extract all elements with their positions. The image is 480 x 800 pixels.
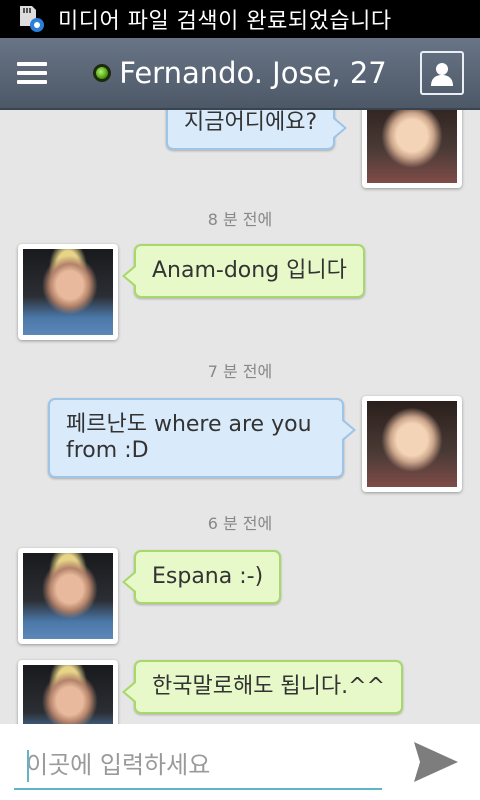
status-notification-text: 미디어 파일 검색이 완료되었습니다 [58,9,392,34]
composer-bar [0,724,480,800]
contact-avatar[interactable] [18,660,118,724]
online-status-icon [93,64,112,82]
status-bar: 미디어 파일 검색이 완료되었습니다 [0,0,480,38]
message-bubble-incoming[interactable]: Anam-dong 입니다 [122,244,365,298]
contact-avatar[interactable] [18,244,118,340]
timestamp: 8 분 전에 [207,210,273,229]
message-bubble-outgoing[interactable]: 지금어디에요? [166,110,348,150]
message-bubble-incoming[interactable]: 한국말로해도 됩니다.^^ [121,660,404,714]
profile-button[interactable] [420,51,464,95]
contact-avatar[interactable] [18,548,118,644]
contact-title: Fernando. Jose, 27 [119,56,387,90]
message-text: Anam-dong 입니다 [152,258,347,283]
message-text: 페르난도 where are you from :D [66,412,312,463]
hamburger-menu-icon [17,62,47,84]
contact-profile-icon [431,63,453,86]
message-bubble-incoming[interactable]: Espana :-) [121,550,282,604]
conversation-header: Fernando. Jose, 27 [64,56,420,90]
action-bar: Fernando. Jose, 27 [0,38,480,110]
message-bubble-outgoing[interactable]: 페르난도 where are you from :D [48,398,356,478]
send-button[interactable] [410,738,462,786]
timestamp: 6 분 전에 [207,514,273,533]
message-text: Espana :-) [152,564,264,589]
message-input[interactable] [14,742,382,790]
message-text: 지금어디에요? [184,110,318,135]
menu-button[interactable] [0,37,64,109]
sd-card-settings-icon [16,4,46,34]
text-cursor [27,750,29,782]
timestamp: 7 분 전에 [207,362,273,381]
chat-history[interactable]: 지금어디에요? 8 분 전에 Anam-dong 입니다 7 분 전에 페르난도… [0,110,480,724]
my-avatar[interactable] [362,110,462,188]
send-icon [414,742,458,782]
my-avatar[interactable] [362,396,462,492]
message-text: 한국말로해도 됩니다.^^ [152,674,386,699]
